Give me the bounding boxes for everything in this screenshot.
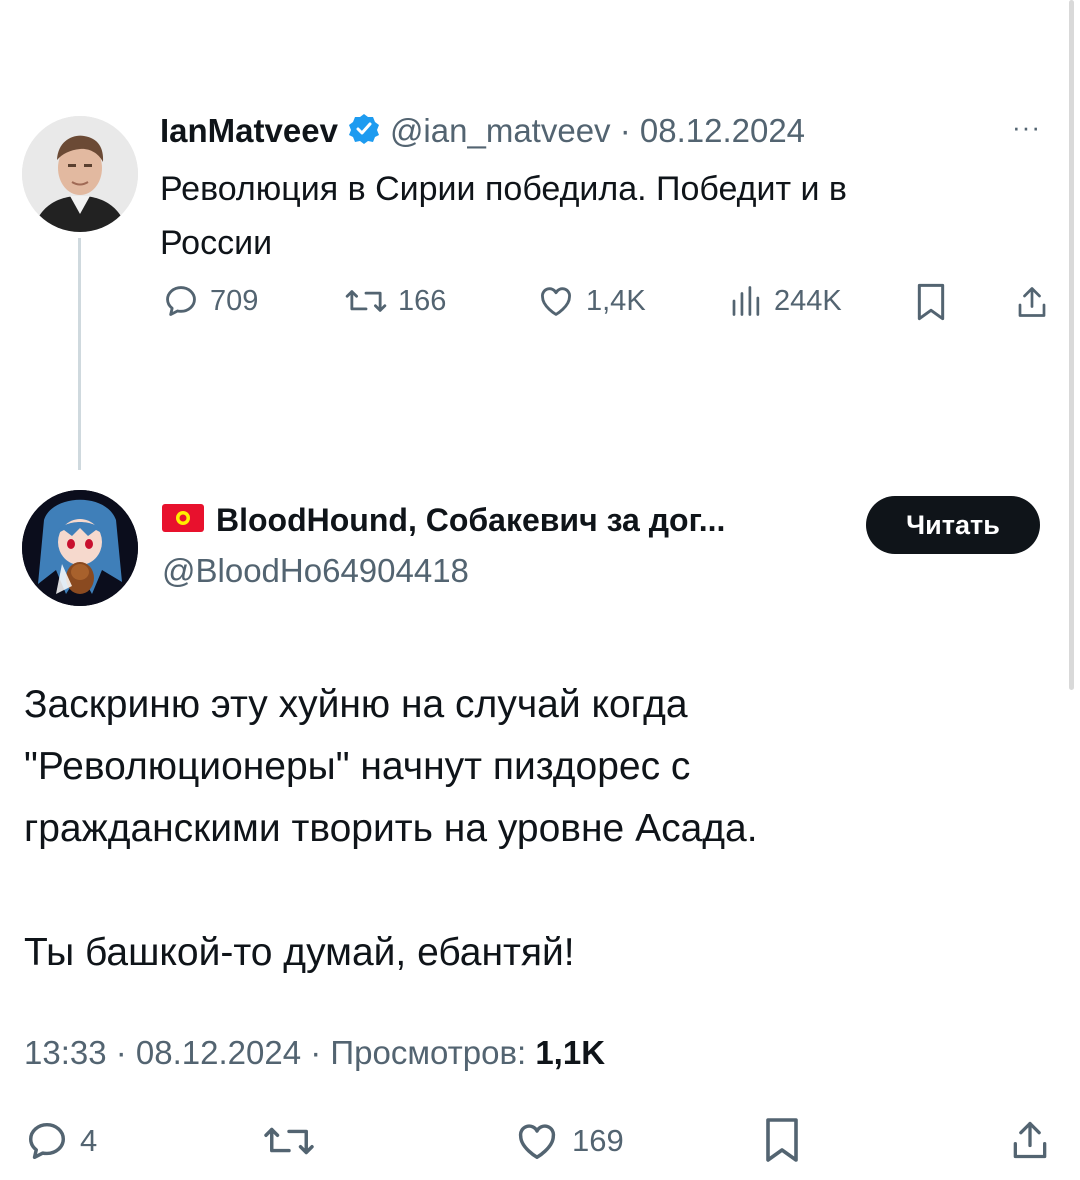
verified-badge-icon xyxy=(348,113,380,150)
share-icon xyxy=(1008,1116,1052,1164)
thread-connector-line xyxy=(78,238,81,470)
author-handle-and-date[interactable]: @ian_matveev · 08.12.2024 xyxy=(390,112,805,150)
reply-text-blank-line xyxy=(24,860,1024,922)
comment-icon xyxy=(162,282,200,320)
comment-icon xyxy=(24,1118,70,1164)
reply-author-handle[interactable]: @BloodHo64904418 xyxy=(162,552,469,590)
parent-tweet-text: Революция в Сирии победила. Победит и в … xyxy=(160,162,1040,270)
views-button[interactable]: 244K xyxy=(728,282,842,320)
reply-text-line: Заскриню эту хуйню на случай когда xyxy=(24,683,688,726)
like-button[interactable]: 1,4K xyxy=(536,282,646,320)
parent-tweet-header: IanMatveev @ian_matveev · 08.12.2024 xyxy=(160,112,805,150)
parent-tweet-text-line: Революция в Сирии победила. Победит и в xyxy=(160,170,847,208)
share-button[interactable] xyxy=(1014,282,1050,322)
reply-text-line: гражданскими творить на уровне Асада. xyxy=(24,807,758,850)
like-count: 169 xyxy=(572,1123,624,1158)
share-button[interactable] xyxy=(1008,1116,1052,1164)
bookmark-button[interactable] xyxy=(914,282,948,322)
author-display-name[interactable]: IanMatveev xyxy=(160,112,338,150)
follow-button[interactable]: Читать xyxy=(866,496,1040,554)
more-icon[interactable]: ··· xyxy=(1012,112,1041,143)
repost-icon xyxy=(262,1118,316,1164)
views-icon xyxy=(728,282,764,320)
timestamp-and-date[interactable]: 13:33 · 08.12.2024 · Просмотров: xyxy=(24,1034,535,1071)
repost-count: 166 xyxy=(398,284,447,317)
bookmark-icon xyxy=(914,282,948,322)
reply-button[interactable]: 4 xyxy=(24,1118,97,1164)
parent-tweet-text-line: России xyxy=(160,224,273,262)
like-count: 1,4K xyxy=(586,284,646,317)
share-icon xyxy=(1014,282,1050,322)
like-button[interactable]: 169 xyxy=(512,1118,624,1164)
page-scrollbar[interactable] xyxy=(1069,0,1074,690)
flag-kg-icon xyxy=(162,504,204,537)
reply-author-line: BloodHound, Собакевич за дог... xyxy=(162,502,725,539)
repost-button[interactable] xyxy=(262,1118,326,1164)
reply-button[interactable]: 709 xyxy=(162,282,258,320)
like-icon xyxy=(536,282,576,320)
reply-text-line: "Революционеры" начнут пиздорес с xyxy=(24,745,691,788)
views-total: 1,1K xyxy=(535,1034,606,1071)
reply-count: 4 xyxy=(80,1123,98,1158)
repost-icon xyxy=(344,282,388,320)
reply-tweet-text: Заскриню эту хуйню на случай когда "Рево… xyxy=(24,674,1024,984)
views-count: 244K xyxy=(774,284,842,317)
like-icon xyxy=(512,1118,562,1164)
reply-display-name[interactable]: BloodHound, Собакевич за дог... xyxy=(216,502,725,539)
reply-text-line: Ты башкой-то думай, ебантяй! xyxy=(24,931,575,974)
bookmark-icon xyxy=(762,1116,802,1164)
reply-count: 709 xyxy=(210,284,259,317)
repost-button[interactable]: 166 xyxy=(344,282,446,320)
avatar-ian-matveev[interactable] xyxy=(22,116,138,232)
avatar-bloodhound[interactable] xyxy=(22,490,138,606)
reply-tweet-meta: 13:33 · 08.12.2024 · Просмотров: 1,1K xyxy=(24,1034,605,1072)
bookmark-button[interactable] xyxy=(762,1116,802,1164)
